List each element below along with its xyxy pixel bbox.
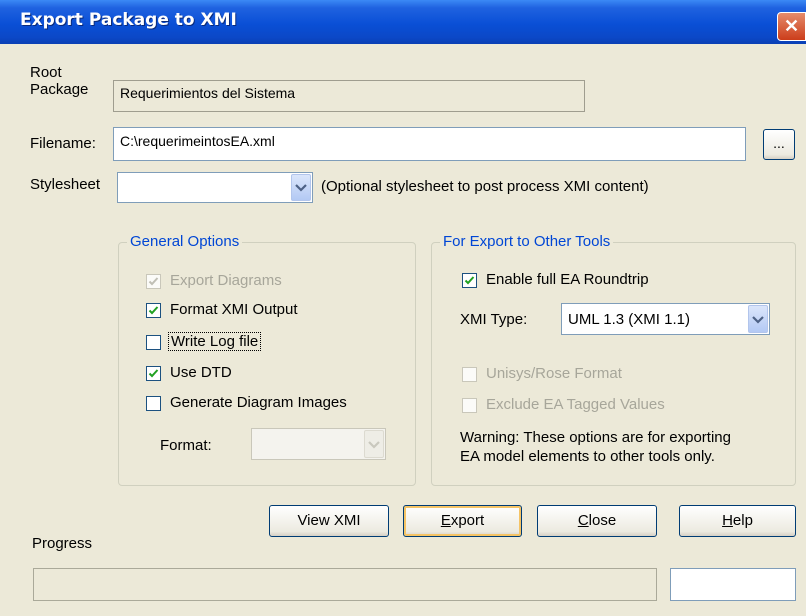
format-xmi-output-label: Format XMI Output	[170, 301, 298, 318]
format-xmi-output-checkbox[interactable]	[146, 303, 161, 318]
progress-bar	[33, 568, 657, 601]
export-button[interactable]: Export	[403, 505, 522, 537]
filename-input[interactable]: C:\requerimeintosEA.xml	[113, 127, 746, 161]
unisys-rose-label: Unisys/Rose Format	[486, 365, 622, 382]
help-button[interactable]: Help	[679, 505, 796, 537]
close-button[interactable]: Close	[537, 505, 657, 537]
other-tools-title: For Export to Other Tools	[440, 233, 614, 250]
window-title: Export Package to XMI	[20, 10, 237, 30]
xmi-type-value: UML 1.3 (XMI 1.1)	[568, 311, 690, 328]
warning-line1: Warning: These options are for exporting	[460, 429, 731, 446]
chevron-down-icon[interactable]	[291, 174, 311, 201]
export-label: xport	[450, 512, 485, 529]
exclude-tagged-values-label: Exclude EA Tagged Values	[486, 396, 665, 413]
enable-roundtrip-label: Enable full EA Roundtrip	[486, 271, 649, 288]
root-package-label-line1: Root	[30, 64, 62, 81]
unisys-rose-checkbox[interactable]	[462, 367, 477, 382]
stylesheet-hint: (Optional stylesheet to post process XMI…	[321, 178, 649, 195]
stylesheet-label: Stylesheet	[30, 176, 101, 193]
xmi-type-select[interactable]: UML 1.3 (XMI 1.1)	[561, 303, 770, 335]
check-icon	[148, 369, 159, 378]
check-icon	[464, 276, 475, 285]
format-label: Format:	[160, 437, 212, 454]
enable-roundtrip-checkbox[interactable]	[462, 273, 477, 288]
stylesheet-select[interactable]	[117, 172, 313, 203]
write-log-file-checkbox[interactable]	[146, 335, 161, 350]
filename-label: Filename:	[30, 135, 96, 152]
xmi-type-label: XMI Type:	[460, 311, 528, 328]
check-icon	[148, 306, 159, 315]
format-select[interactable]	[251, 428, 386, 460]
warning-text: Warning: These options are for exporting…	[460, 428, 731, 466]
general-options-title: General Options	[127, 233, 243, 250]
generate-diagram-images-label: Generate Diagram Images	[170, 394, 347, 411]
export-mnemonic: E	[440, 512, 451, 529]
view-xmi-label: View XMI	[297, 512, 361, 529]
close-label: lose	[588, 512, 617, 529]
root-package-label: Root Package	[30, 64, 88, 98]
help-mnemonic: H	[722, 512, 733, 529]
filename-value: C:\requerimeintosEA.xml	[120, 133, 275, 149]
check-icon	[148, 277, 159, 286]
exclude-tagged-values-checkbox[interactable]	[462, 398, 477, 413]
chevron-down-icon[interactable]	[748, 305, 768, 333]
warning-line2: EA model elements to other tools only.	[460, 448, 715, 465]
use-dtd-checkbox[interactable]	[146, 366, 161, 381]
browse-button[interactable]: ...	[763, 129, 795, 160]
title-bar[interactable]: Export Package to XMI ✕	[0, 0, 806, 44]
export-diagrams-checkbox[interactable]	[146, 274, 161, 289]
write-log-file-label: Write Log file	[168, 332, 262, 351]
close-icon[interactable]: ✕	[777, 12, 806, 41]
generate-diagram-images-checkbox[interactable]	[146, 396, 161, 411]
help-label: elp	[732, 512, 753, 529]
root-package-field: Requerimientos del Sistema	[113, 80, 585, 112]
progress-status-field	[670, 568, 796, 601]
close-mnemonic: C	[577, 512, 589, 529]
export-diagrams-label: Export Diagrams	[170, 272, 282, 289]
root-package-label-line2: Package	[30, 81, 89, 98]
chevron-down-icon[interactable]	[364, 430, 384, 458]
root-package-value: Requerimientos del Sistema	[120, 85, 296, 101]
use-dtd-label: Use DTD	[170, 364, 232, 381]
view-xmi-button[interactable]: View XMI	[269, 505, 389, 537]
progress-label: Progress	[32, 535, 93, 552]
